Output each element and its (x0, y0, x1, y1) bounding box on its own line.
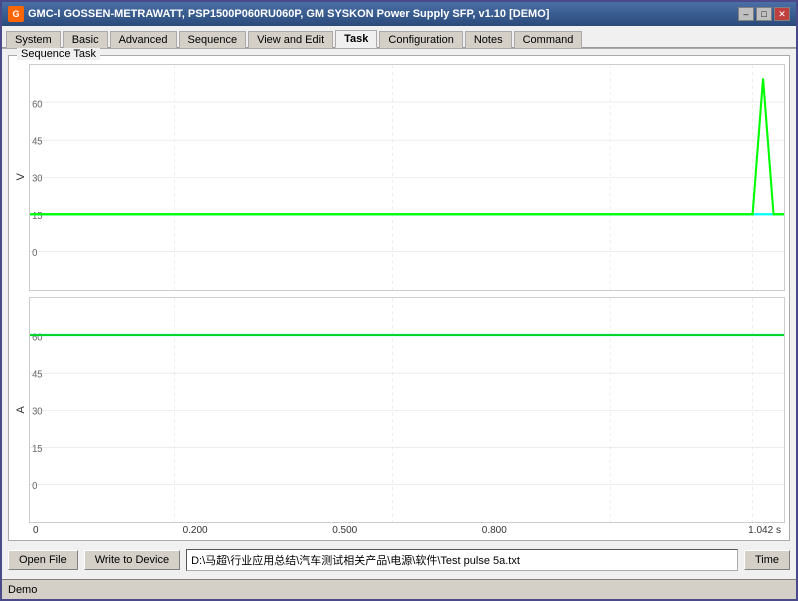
tab-advanced[interactable]: Advanced (110, 31, 177, 48)
current-chart-svg: 0 15 30 45 60 (30, 298, 784, 523)
tab-task[interactable]: Task (335, 30, 377, 48)
app-icon: G (8, 6, 24, 22)
tab-notes[interactable]: Notes (465, 31, 512, 48)
svg-text:0: 0 (32, 480, 38, 491)
current-y-axis-label: A (13, 297, 29, 524)
svg-text:45: 45 (32, 136, 43, 147)
x-axis-labels: 0 0.200 0.500 0.800 1.042 s (13, 525, 785, 536)
tab-bar: System Basic Advanced Sequence View and … (2, 26, 796, 48)
svg-text:15: 15 (32, 211, 43, 222)
charts-area: V (9, 56, 789, 540)
status-bar: Demo (2, 579, 796, 599)
close-button[interactable]: ✕ (774, 7, 790, 21)
x-label-0: 0 (33, 525, 183, 536)
voltage-chart: 0 15 30 45 60 (29, 64, 785, 291)
x-label-2: 0.500 (332, 525, 482, 536)
tab-sequence[interactable]: Sequence (179, 31, 247, 48)
status-text: Demo (8, 584, 37, 596)
x-label-1: 0.200 (183, 525, 333, 536)
maximize-button[interactable]: □ (756, 7, 772, 21)
title-bar: G GMC-I GOSSEN-METRAWATT, PSP1500P060RU0… (2, 2, 796, 26)
minimize-button[interactable]: – (738, 7, 754, 21)
svg-text:0: 0 (32, 248, 38, 259)
x-label-end: 1.042 s (631, 525, 785, 536)
tab-configuration[interactable]: Configuration (379, 31, 462, 48)
voltage-chart-svg: 0 15 30 45 60 (30, 65, 784, 290)
svg-text:30: 30 (32, 173, 43, 184)
bottom-controls: Open File Write to Device D:\马超\行业应用总结\汽… (8, 547, 790, 573)
write-device-button[interactable]: Write to Device (84, 550, 180, 570)
current-chart: 0 15 30 45 60 (29, 297, 785, 524)
current-chart-container: A (13, 297, 785, 524)
file-path-field: D:\马超\行业应用总结\汽车测试相关产品\电源\软件\Test pulse 5… (186, 549, 738, 571)
sequence-task-group: Sequence Task V (8, 55, 790, 541)
tab-basic[interactable]: Basic (63, 31, 108, 48)
voltage-chart-container: V (13, 64, 785, 291)
open-file-button[interactable]: Open File (8, 550, 78, 570)
x-label-3: 0.800 (482, 525, 632, 536)
svg-text:15: 15 (32, 443, 43, 454)
tab-system[interactable]: System (6, 31, 61, 48)
title-bar-left: G GMC-I GOSSEN-METRAWATT, PSP1500P060RU0… (8, 6, 549, 22)
title-text: GMC-I GOSSEN-METRAWATT, PSP1500P060RU060… (28, 8, 549, 20)
tab-command[interactable]: Command (514, 31, 583, 48)
group-label: Sequence Task (17, 48, 100, 60)
svg-text:60: 60 (32, 99, 43, 110)
svg-text:30: 30 (32, 406, 43, 417)
tab-view-edit[interactable]: View and Edit (248, 31, 333, 48)
app-window: G GMC-I GOSSEN-METRAWATT, PSP1500P060RU0… (0, 0, 798, 601)
main-content: Sequence Task V (2, 48, 796, 579)
time-button[interactable]: Time (744, 550, 790, 570)
window-controls: – □ ✕ (738, 7, 790, 21)
svg-text:45: 45 (32, 369, 43, 380)
voltage-y-axis-label: V (13, 64, 29, 291)
